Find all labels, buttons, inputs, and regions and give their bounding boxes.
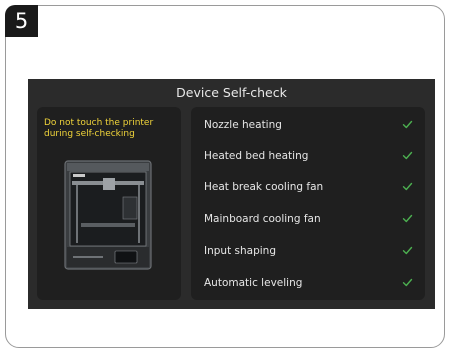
check-label: Nozzle heating [204,119,282,131]
check-icon [402,151,413,160]
check-label: Input shaping [204,245,276,257]
check-icon [402,214,413,223]
check-icon [402,182,413,191]
warning-text: Do not touch the printer during self-che… [44,118,154,139]
check-row-heat-break-cooling-fan: Heat break cooling fan [191,177,425,197]
check-row-nozzle-heating: Nozzle heating [191,115,425,135]
self-check-list: Nozzle heating Heated bed heating Heat b… [191,107,425,300]
check-label: Heat break cooling fan [204,181,324,193]
step-number-badge: 5 [5,5,38,37]
check-row-mainboard-cooling-fan: Mainboard cooling fan [191,209,425,229]
check-label: Automatic leveling [204,277,303,289]
printer-image [64,160,152,270]
check-row-heated-bed-heating: Heated bed heating [191,146,425,166]
check-row-input-shaping: Input shaping [191,241,425,261]
check-icon [402,246,413,255]
check-icon [402,120,413,129]
check-label: Mainboard cooling fan [204,213,321,225]
check-icon [402,278,413,287]
printer-screen: Device Self-check Do not touch the print… [28,79,435,309]
printer-panel: Do not touch the printer during self-che… [37,107,181,300]
check-row-automatic-leveling: Automatic leveling [191,273,425,293]
check-label: Heated bed heating [204,150,309,162]
screen-title: Device Self-check [176,85,287,100]
